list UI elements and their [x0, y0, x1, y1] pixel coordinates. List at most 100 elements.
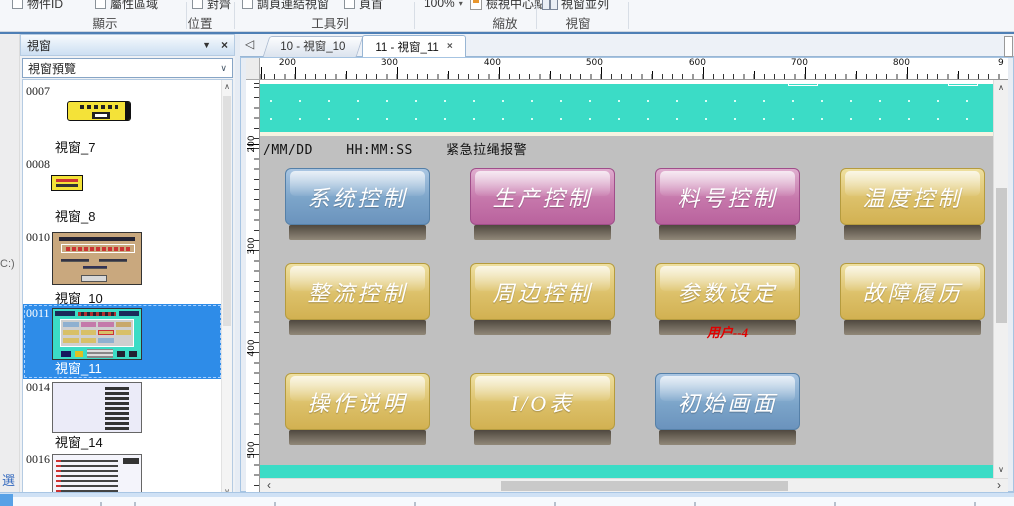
- thumbnail-window-8[interactable]: [51, 175, 83, 191]
- view-center-button[interactable]: 檢視中心點: [470, 0, 546, 13]
- tab-window-10[interactable]: 10 - 視窗_10: [263, 36, 364, 57]
- checkbox-snap[interactable]: 對齊: [192, 0, 231, 13]
- tab-window-11[interactable]: 11 - 視窗_11 ×: [362, 35, 466, 58]
- tile-windows-button[interactable]: 視窗並列: [542, 0, 609, 13]
- hmi-button-system-control[interactable]: 系统控制: [285, 168, 430, 225]
- window-label: 視窗_14: [55, 432, 103, 451]
- zoom-level-dropdown[interactable]: 100% ▾: [424, 0, 463, 13]
- zoom-level-value: 100%: [424, 0, 455, 10]
- hmi-button-parameter-setting[interactable]: 参数设定: [655, 263, 800, 320]
- user-level-text: 用户--4: [655, 322, 800, 341]
- hmi-button-fault-history[interactable]: 故障履历: [840, 263, 985, 320]
- thumb-detail: [61, 351, 71, 357]
- window-panel-title: 視窗: [27, 37, 192, 54]
- thumbnail-window-14[interactable]: [52, 382, 142, 433]
- ruler-corner: [246, 58, 260, 80]
- tab-close-icon[interactable]: ×: [447, 41, 453, 52]
- canvas-header-band[interactable]: [260, 84, 993, 132]
- scroll-up-icon[interactable]: ∧: [994, 82, 1008, 94]
- thumbnail-window-11[interactable]: [52, 308, 142, 360]
- panel-close-icon[interactable]: ×: [221, 38, 228, 52]
- horizontal-scrollbar[interactable]: ‹ ›: [260, 478, 1008, 492]
- tab-scroll-left-icon[interactable]: ◁: [245, 37, 254, 51]
- checkbox-header[interactable]: 頁首: [344, 0, 383, 13]
- tab-scroll-right-button[interactable]: [1004, 36, 1013, 57]
- window-panel-titlebar[interactable]: 視窗 ▼ ×: [20, 34, 235, 56]
- checkbox-icon[interactable]: [12, 0, 23, 9]
- thumb-detail: [92, 112, 110, 119]
- canvas-divider-band: [260, 132, 993, 136]
- sidebar-scrollbar[interactable]: ∧ ∨: [221, 80, 232, 506]
- chevron-down-icon[interactable]: ▾: [459, 0, 463, 8]
- thumb-detail: [87, 349, 113, 358]
- sidebar-scroll-thumb[interactable]: [223, 96, 231, 326]
- vertical-ruler: 200 300 400 500: [246, 80, 260, 492]
- scroll-up-icon[interactable]: ∧: [222, 81, 232, 93]
- button-shadow: [289, 320, 426, 335]
- ribbon-separator: [628, 2, 629, 29]
- window-id: 0016: [26, 452, 50, 467]
- scroll-down-icon[interactable]: ∨: [994, 464, 1008, 476]
- window-preview-select[interactable]: 視窗預覽 ∨: [22, 58, 233, 78]
- ruler-tick-label: 400: [481, 58, 501, 68]
- thumb-detail: [60, 319, 134, 347]
- datetime-alarm-text[interactable]: /MM/DD HH:MM:SS 紧急拉绳报警: [263, 139, 527, 158]
- window-label: 視窗_7: [55, 137, 95, 156]
- hmi-button-part-no-control[interactable]: 料号控制: [655, 168, 800, 225]
- ruler-tick-label: 500: [247, 435, 257, 465]
- button-shadow: [474, 320, 611, 335]
- horizontal-ruler: 200 300 400 500 600 700 800 9: [260, 58, 1008, 80]
- status-tick-marks: [0, 502, 1014, 506]
- thumb-detail: [55, 311, 75, 316]
- checkbox-icon[interactable]: [242, 0, 253, 9]
- tile-windows-label: 視窗並列: [561, 0, 609, 12]
- ribbon-separator: [234, 2, 235, 29]
- hmi-button-production-control[interactable]: 生产控制: [470, 168, 615, 225]
- checkbox-page-link-window[interactable]: 調頁連結視窗: [242, 0, 329, 13]
- canvas-footer-band[interactable]: [260, 465, 993, 478]
- checkbox-icon[interactable]: [344, 0, 355, 9]
- horizontal-scroll-thumb[interactable]: [501, 481, 788, 491]
- selection-handle: [948, 80, 978, 86]
- vertical-scrollbar[interactable]: ∧ ∨: [993, 80, 1008, 478]
- thumbnail-window-10[interactable]: [52, 232, 142, 285]
- document-tabbar: ◁ 10 - 視窗_10 11 - 視窗_11 ×: [240, 34, 1014, 57]
- thumbnail-window-7[interactable]: [67, 101, 131, 121]
- window-id: 0010: [26, 230, 50, 245]
- ribbon: 物件ID 屬性區域 對齊 調頁連結視窗 頁首 100% ▾ 檢視中心點 視窗並列: [0, 0, 1014, 32]
- button-shadow: [659, 225, 796, 240]
- checkbox-attribute-area[interactable]: 屬性區域: [95, 0, 158, 13]
- checkbox-object-id[interactable]: 物件ID: [12, 0, 63, 13]
- group-label-window: 視窗: [565, 13, 590, 32]
- thumb-detail: [59, 237, 135, 241]
- ruler-tick-label: 9: [998, 58, 1014, 68]
- button-shadow: [289, 430, 426, 445]
- checkbox-icon[interactable]: [192, 0, 203, 9]
- view-center-icon: [470, 0, 482, 10]
- hmi-button-io-table[interactable]: I/O表: [470, 373, 615, 430]
- thumb-detail: [99, 259, 127, 262]
- scroll-right-icon[interactable]: ›: [992, 479, 1006, 493]
- button-shadow: [659, 430, 796, 445]
- chevron-down-icon[interactable]: ∨: [220, 63, 227, 74]
- hmi-button-operation-guide[interactable]: 操作说明: [285, 373, 430, 430]
- hmi-button-peripheral-control[interactable]: 周边控制: [470, 263, 615, 320]
- thumb-detail: [78, 312, 116, 316]
- button-shadow: [844, 320, 981, 335]
- vertical-scroll-thumb[interactable]: [996, 188, 1007, 323]
- view-center-label: 檢視中心點: [486, 0, 546, 12]
- thumb-detail: [61, 259, 89, 262]
- window-id: 0008: [26, 157, 50, 172]
- scroll-left-icon[interactable]: ‹: [262, 479, 276, 493]
- group-label-zoom: 縮放: [492, 13, 517, 32]
- checkbox-icon[interactable]: [95, 0, 106, 9]
- thumb-detail: [105, 386, 129, 430]
- thumb-detail: [56, 184, 78, 187]
- hmi-button-rectifier-control[interactable]: 整流控制: [285, 263, 430, 320]
- checkbox-label: 屬性區域: [110, 0, 158, 12]
- window-preview-list: 0007 視窗_7 0008 視窗_8 0010 視窗: [22, 79, 233, 506]
- hmi-button-temperature-control[interactable]: 温度控制: [840, 168, 985, 225]
- panel-menu-icon[interactable]: ▼: [202, 40, 211, 50]
- hmi-button-initial-screen[interactable]: 初始画面: [655, 373, 800, 430]
- design-canvas[interactable]: /MM/DD HH:MM:SS 紧急拉绳报警 系统控制 生产控制 料号控制 温度…: [260, 80, 993, 478]
